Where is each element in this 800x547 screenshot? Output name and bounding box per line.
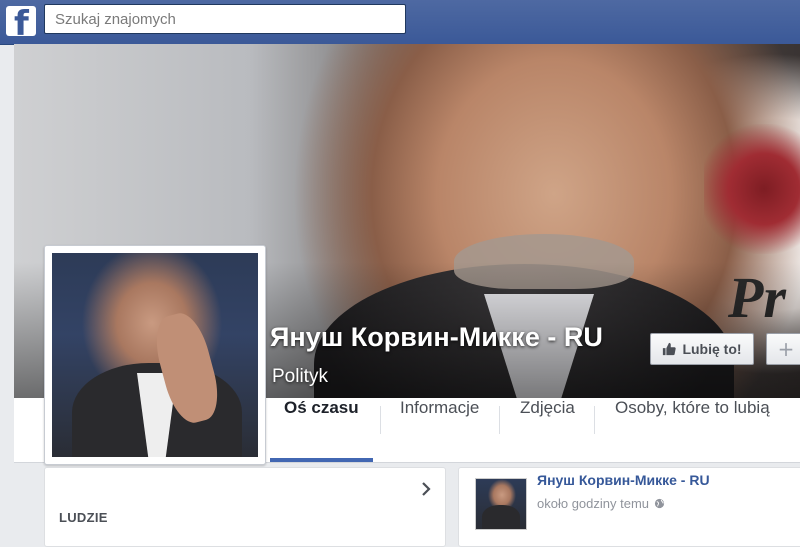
post-timestamp: około godziny temu	[537, 496, 665, 511]
page-title[interactable]: Януш Корвин-Микке - RU	[270, 322, 603, 353]
more-options-button[interactable]: +	[766, 333, 800, 365]
facebook-logo-icon[interactable]: f	[6, 4, 36, 44]
tab-timeline[interactable]: Oś czasu	[270, 398, 373, 462]
logo-letter: f	[14, 4, 29, 44]
top-navigation-bar: f	[0, 0, 800, 45]
post-card: Януш Корвин-Микке - RU około godziny tem…	[458, 467, 800, 547]
tab-divider	[594, 406, 595, 434]
post-author-avatar[interactable]	[475, 478, 527, 530]
globe-icon	[654, 498, 665, 509]
tab-about[interactable]: Informacje	[386, 398, 493, 462]
cover-background-detail	[704, 124, 800, 254]
tab-divider	[499, 406, 500, 434]
page-category[interactable]: Polityk	[272, 366, 328, 388]
people-section-title[interactable]: LUDZIE	[59, 510, 108, 525]
search-box[interactable]	[44, 4, 425, 34]
tab-photos[interactable]: Zdjęcia	[506, 398, 589, 462]
profile-photo	[52, 253, 258, 457]
avatar-body	[482, 505, 520, 529]
people-section-card: LUDZIE	[44, 467, 446, 547]
like-button[interactable]: Lubię to!	[650, 333, 754, 365]
chevron-right-icon[interactable]	[419, 482, 433, 496]
search-input[interactable]	[45, 5, 425, 33]
tab-divider	[380, 406, 381, 434]
post-time-text[interactable]: około godziny temu	[537, 496, 649, 511]
tab-likes[interactable]: Osoby, które to lubią	[601, 398, 784, 462]
post-author-name[interactable]: Януш Корвин-Микке - RU	[537, 472, 710, 488]
like-button-label: Lubię to!	[682, 341, 742, 357]
thumbs-up-icon	[662, 342, 677, 356]
profile-picture[interactable]	[44, 245, 266, 465]
